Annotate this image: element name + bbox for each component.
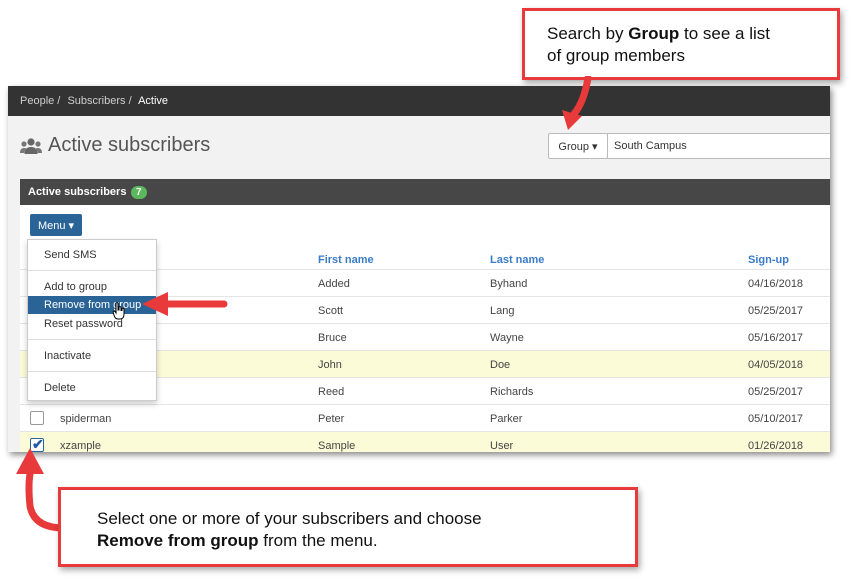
page-header: Active subscribers — [20, 134, 210, 157]
breadcrumb-subscribers[interactable]: Subscribers / — [67, 95, 131, 107]
first-name-cell: Scott — [318, 305, 344, 317]
menu-dropdown: Send SMS Add to group Remove from group … — [27, 239, 157, 401]
menu-item-delete[interactable]: Delete — [28, 379, 156, 397]
search-input[interactable] — [607, 133, 830, 159]
header-last-name[interactable]: Last name — [490, 254, 544, 266]
row-checkbox[interactable] — [30, 411, 44, 425]
callout-bottom: Select one or more of your subscribers a… — [58, 487, 638, 567]
callout-bottom-bold: Remove from group — [97, 531, 259, 550]
menu-button[interactable]: Menu ▾ — [30, 214, 82, 236]
last-name-cell: Wayne — [490, 332, 524, 344]
first-name-cell: Sample — [318, 440, 356, 452]
first-name-cell: Added — [318, 278, 350, 290]
panel-header: Active subscribers 7 — [20, 179, 830, 205]
breadcrumb: People / Subscribers / Active — [20, 95, 172, 107]
menu-item-add-to-group[interactable]: Add to group — [28, 278, 156, 296]
hand-cursor-icon — [112, 302, 125, 320]
menu-item-inactivate[interactable]: Inactivate — [28, 347, 156, 365]
first-name-cell: Peter — [318, 413, 345, 425]
table-row[interactable]: xzample Sample User 01/26/2018 — [20, 431, 830, 452]
callout-bottom-text: Select one or more of your subscribers a… — [97, 508, 482, 552]
signup-cell: 04/16/2018 — [748, 278, 804, 290]
signup-cell: 05/25/2017 — [748, 305, 804, 317]
first-name-cell: Bruce — [318, 332, 347, 344]
last-name-cell: Byhand — [490, 278, 528, 290]
callout-top: Search by Group to see a list of group m… — [522, 8, 840, 80]
last-name-cell: Richards — [490, 386, 534, 398]
header-signup[interactable]: Sign-up — [748, 254, 789, 266]
callout-top-text: Search by Group to see a list of group m… — [547, 23, 770, 67]
last-name-cell: User — [490, 440, 514, 452]
count-badge: 7 — [131, 186, 147, 199]
breadcrumb-current: Active — [138, 95, 169, 107]
signup-cell: 05/25/2017 — [748, 386, 804, 398]
callout-top-line2: of group members — [547, 46, 685, 65]
callout-top-post: to see a list — [679, 24, 770, 43]
menu-divider — [28, 270, 156, 271]
app-screenshot: People / Subscribers / Active Active sub… — [8, 86, 830, 452]
signup-cell: 05/16/2017 — [748, 332, 804, 344]
arrow-to-search-icon — [562, 76, 592, 130]
callout-bottom-post: from the menu. — [258, 531, 378, 550]
callout-bottom-line1: Select one or more of your subscribers a… — [97, 509, 482, 528]
callout-top-bold: Group — [628, 24, 680, 43]
top-bar: People / Subscribers / Active — [8, 86, 830, 116]
last-name-cell: Doe — [490, 359, 511, 371]
last-name-cell: Lang — [490, 305, 515, 317]
menu-divider — [28, 339, 156, 340]
last-name-cell: Parker — [490, 413, 523, 425]
menu-item-remove-from-group[interactable]: Remove from group — [28, 296, 156, 314]
first-name-cell: Reed — [318, 386, 345, 398]
page-title: Active subscribers — [48, 134, 211, 156]
callout-top-pre: Search by — [547, 24, 629, 43]
users-icon — [20, 137, 42, 154]
group-filter-button[interactable]: Group ▾ — [548, 133, 608, 159]
first-name-cell: John — [318, 359, 342, 371]
signup-cell: 01/26/2018 — [748, 440, 804, 452]
username-cell: spiderman — [60, 413, 112, 425]
signup-cell: 04/05/2018 — [748, 359, 804, 371]
menu-item-send-sms[interactable]: Send SMS — [28, 246, 156, 264]
breadcrumb-people[interactable]: People / — [20, 95, 60, 107]
menu-divider — [28, 371, 156, 372]
arrow-to-menu-item-icon — [142, 292, 228, 316]
menu-item-reset-password[interactable]: Reset password — [28, 315, 156, 333]
panel-title: Active subscribers — [28, 186, 127, 198]
signup-cell: 05/10/2017 — [748, 413, 804, 425]
header-first-name[interactable]: First name — [318, 254, 374, 266]
table-row[interactable]: spiderman Peter Parker 05/10/2017 — [20, 404, 830, 431]
